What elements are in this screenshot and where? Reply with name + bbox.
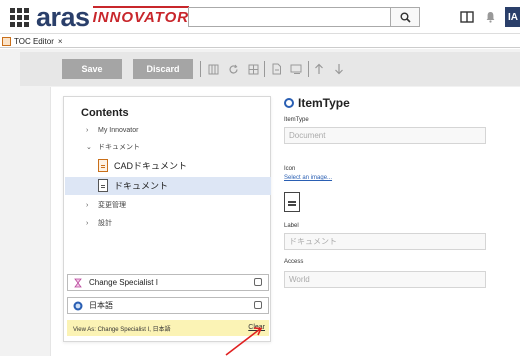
filter-icon xyxy=(290,64,302,74)
tree-item-design[interactable]: › 設計 xyxy=(86,218,112,228)
toolbar-refresh-button[interactable] xyxy=(226,61,240,77)
logo-sub-text: INNOVATOR xyxy=(92,6,190,28)
new-document-icon xyxy=(272,63,281,75)
contents-panel: Contents › My Innovator ⌄ ドキュメント CADドキュメ… xyxy=(63,96,271,342)
document-icon xyxy=(284,192,300,212)
tree-item-label: 設計 xyxy=(98,220,112,227)
arrow-up-icon xyxy=(315,63,323,74)
search-icon xyxy=(400,12,411,23)
editor-toolbar: Save Discard xyxy=(20,52,520,86)
notifications-button[interactable] xyxy=(483,9,497,25)
icon-label: Icon xyxy=(284,166,296,172)
tree-item-document[interactable]: ドキュメント xyxy=(98,179,168,192)
bell-icon xyxy=(486,12,494,23)
tab-bar: TOC Editor × xyxy=(0,34,520,48)
app-header: aras INNOVATOR IA xyxy=(0,0,520,34)
language-icon xyxy=(73,301,83,310)
logo-main-text: aras xyxy=(36,2,90,32)
identity-selector[interactable]: Change Specialist I xyxy=(67,274,269,291)
label-field[interactable]: ドキュメント xyxy=(284,233,486,250)
toc-editor-icon xyxy=(2,37,11,46)
toolbar-grid-button[interactable] xyxy=(246,61,260,77)
tab-toc-editor[interactable]: TOC Editor × xyxy=(2,35,63,48)
annotation-arrow xyxy=(225,327,263,356)
layout-toggle-button[interactable] xyxy=(458,9,476,25)
search-button[interactable] xyxy=(390,7,420,27)
toolbar-new-doc-button[interactable] xyxy=(269,61,283,77)
tree-item-label: My Innovator xyxy=(98,127,139,134)
arrow-down-icon xyxy=(335,64,343,75)
tree-item-label: CADドキュメント xyxy=(114,161,188,171)
cad-document-icon xyxy=(98,159,108,172)
language-selector[interactable]: 日本語 xyxy=(67,297,269,314)
user-avatar[interactable]: IA xyxy=(505,7,520,27)
tree-item-cad-documents[interactable]: CADドキュメント xyxy=(98,159,187,172)
chevron-right-icon: › xyxy=(86,219,89,227)
select-image-link[interactable]: Select an image... xyxy=(284,175,332,181)
tree-item-label: ドキュメント xyxy=(98,144,140,151)
tree-item-documents[interactable]: ⌄ ドキュメント xyxy=(86,142,140,152)
contents-title: Contents xyxy=(81,107,129,119)
itemtype-label: ItemType xyxy=(284,117,309,123)
tab-close-icon[interactable]: × xyxy=(58,37,63,46)
itemtype-icon xyxy=(284,98,294,108)
tree-item-change-management[interactable]: › 変更管理 xyxy=(86,200,126,210)
toolbar-divider xyxy=(200,61,201,77)
document-icon xyxy=(98,179,108,192)
toolbar-divider xyxy=(308,61,309,77)
tree-item-label: 変更管理 xyxy=(98,202,126,209)
discard-button[interactable]: Discard xyxy=(133,59,193,79)
search-input[interactable] xyxy=(188,7,410,27)
toolbar-filter-button[interactable] xyxy=(289,61,303,77)
columns-icon xyxy=(208,64,218,74)
language-label: 日本語 xyxy=(89,301,113,310)
form-title-text: ItemType xyxy=(298,96,350,110)
view-as-text: View As: Change Specialist I, 日本語 xyxy=(73,326,171,333)
refresh-icon xyxy=(228,64,238,73)
copy-icon[interactable] xyxy=(254,301,262,309)
form-title: ItemType xyxy=(284,96,350,110)
split-panel-icon xyxy=(460,11,474,23)
access-field[interactable]: World xyxy=(284,271,486,288)
chevron-down-icon: ⌄ xyxy=(86,144,92,151)
grid-icon xyxy=(248,64,258,74)
move-up-button[interactable] xyxy=(312,61,326,77)
move-down-button[interactable] xyxy=(332,61,346,77)
aras-logo: aras INNOVATOR xyxy=(36,1,190,32)
toolbar-columns-button[interactable] xyxy=(206,61,220,77)
chevron-right-icon: › xyxy=(86,201,89,209)
tree-item-my-innovator[interactable]: › My Innovator xyxy=(86,127,138,134)
identity-label: Change Specialist I xyxy=(89,278,158,287)
copy-icon[interactable] xyxy=(254,278,262,286)
access-label: Access xyxy=(284,259,304,265)
identity-icon xyxy=(74,278,82,287)
app-menu-button[interactable] xyxy=(8,6,30,28)
label-label: Label xyxy=(284,223,299,229)
tree-item-label: ドキュメント xyxy=(114,181,169,191)
itemtype-field[interactable]: Document xyxy=(284,127,486,144)
chevron-right-icon: › xyxy=(86,127,89,134)
tab-label: TOC Editor xyxy=(14,37,54,46)
toolbar-divider xyxy=(264,61,265,77)
save-button[interactable]: Save xyxy=(62,59,122,79)
